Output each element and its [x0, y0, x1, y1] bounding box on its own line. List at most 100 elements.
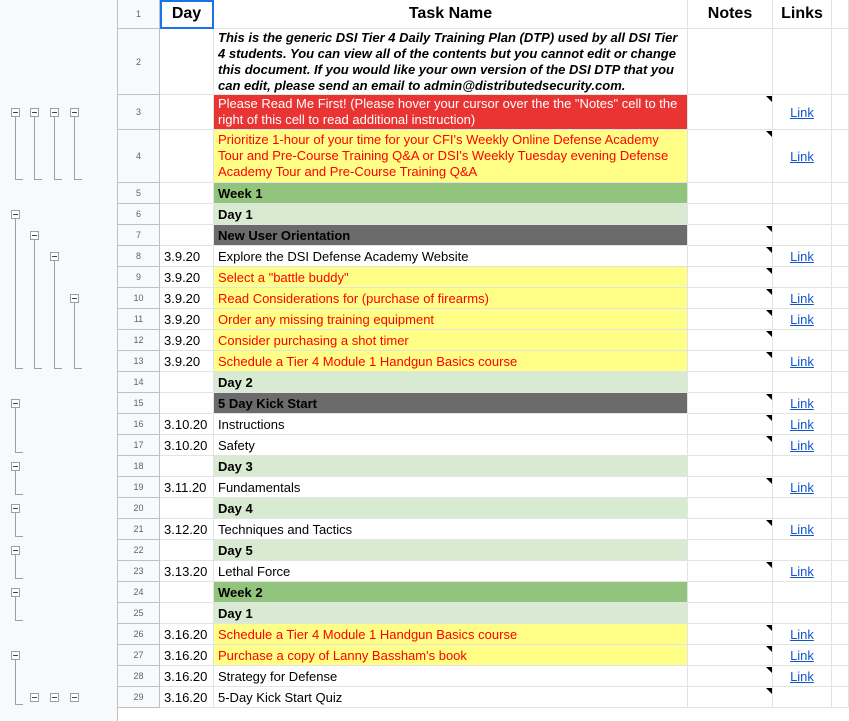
day-cell[interactable] — [160, 540, 214, 561]
task-name-cell[interactable]: 5 Day Kick Start — [214, 393, 688, 414]
task-name-cell[interactable]: Read Considerations for (purchase of fir… — [214, 288, 688, 309]
task-name-cell[interactable]: Day 4 — [214, 498, 688, 519]
notes-cell[interactable] — [688, 130, 773, 183]
empty-cell[interactable] — [832, 393, 849, 414]
day-cell[interactable]: 3.12.20 — [160, 519, 214, 540]
empty-cell[interactable] — [832, 582, 849, 603]
notes-cell[interactable] — [688, 456, 773, 477]
day-cell[interactable]: 3.9.20 — [160, 330, 214, 351]
empty-cell[interactable] — [832, 204, 849, 225]
notes-cell[interactable] — [688, 267, 773, 288]
notes-cell[interactable] — [688, 477, 773, 498]
empty-cell[interactable] — [832, 225, 849, 246]
collapse-group-icon[interactable] — [11, 462, 20, 471]
day-cell[interactable] — [160, 456, 214, 477]
link[interactable]: Link — [773, 393, 832, 414]
link[interactable]: Link — [773, 95, 832, 130]
link[interactable]: Link — [773, 666, 832, 687]
collapse-group-icon[interactable] — [30, 231, 39, 240]
task-name-cell[interactable]: Schedule a Tier 4 Module 1 Handgun Basic… — [214, 624, 688, 645]
empty-cell[interactable] — [832, 519, 849, 540]
link[interactable]: Link — [773, 288, 832, 309]
day-cell[interactable] — [160, 204, 214, 225]
task-name-cell[interactable]: Purchase a copy of Lanny Bassham's book — [214, 645, 688, 666]
row-header[interactable]: 14 — [118, 372, 160, 393]
task-name-cell[interactable]: Day 1 — [214, 603, 688, 624]
empty-cell[interactable] — [832, 561, 849, 582]
row-header[interactable]: 7 — [118, 225, 160, 246]
notes-cell[interactable] — [688, 687, 773, 708]
row-header[interactable]: 15 — [118, 393, 160, 414]
row-header[interactable]: 4 — [118, 130, 160, 183]
link[interactable]: Link — [773, 130, 832, 183]
collapse-group-icon[interactable] — [11, 588, 20, 597]
notes-cell[interactable] — [688, 624, 773, 645]
notes-cell[interactable] — [688, 183, 773, 204]
task-name-cell[interactable]: Day 2 — [214, 372, 688, 393]
link[interactable]: Link — [773, 435, 832, 456]
task-name-cell[interactable]: Schedule a Tier 4 Module 1 Handgun Basic… — [214, 351, 688, 372]
task-name-cell[interactable]: Instructions — [214, 414, 688, 435]
day-cell[interactable] — [160, 95, 214, 130]
empty-cell[interactable] — [832, 477, 849, 498]
day-cell[interactable] — [160, 130, 214, 183]
task-name-cell[interactable]: Prioritize 1-hour of your time for your … — [214, 130, 688, 183]
row-header[interactable]: 11 — [118, 309, 160, 330]
task-name-cell[interactable]: Order any missing training equipment — [214, 309, 688, 330]
task-name-cell[interactable]: Please Read Me First! (Please hover your… — [214, 95, 688, 130]
link[interactable]: Link — [773, 351, 832, 372]
notes-cell[interactable] — [688, 561, 773, 582]
empty-cell[interactable] — [832, 95, 849, 130]
empty-cell[interactable] — [832, 645, 849, 666]
day-cell[interactable] — [160, 603, 214, 624]
notes-cell[interactable] — [688, 666, 773, 687]
collapse-group-icon[interactable] — [11, 546, 20, 555]
row-header[interactable]: 19 — [118, 477, 160, 498]
collapse-group-icon[interactable] — [11, 108, 20, 117]
collapse-group-icon[interactable] — [11, 399, 20, 408]
empty-cell[interactable] — [832, 414, 849, 435]
notes-cell[interactable] — [688, 330, 773, 351]
link[interactable]: Link — [773, 624, 832, 645]
task-name-cell[interactable]: 5-Day Kick Start Quiz — [214, 687, 688, 708]
notes-cell[interactable] — [688, 582, 773, 603]
notes-cell[interactable] — [688, 414, 773, 435]
day-cell[interactable] — [160, 498, 214, 519]
notes-cell[interactable] — [688, 29, 773, 95]
link[interactable]: Link — [773, 519, 832, 540]
task-name-cell[interactable]: New User Orientation — [214, 225, 688, 246]
notes-cell[interactable] — [688, 603, 773, 624]
day-cell[interactable]: 3.10.20 — [160, 435, 214, 456]
column-header-task[interactable]: Task Name — [214, 0, 688, 29]
day-cell[interactable] — [160, 183, 214, 204]
day-cell[interactable]: 3.16.20 — [160, 666, 214, 687]
row-header[interactable]: 25 — [118, 603, 160, 624]
notes-cell[interactable] — [688, 393, 773, 414]
day-cell[interactable]: 3.10.20 — [160, 414, 214, 435]
task-name-cell[interactable]: Lethal Force — [214, 561, 688, 582]
row-header[interactable]: 8 — [118, 246, 160, 267]
collapse-group-icon[interactable] — [50, 693, 59, 702]
notes-cell[interactable] — [688, 288, 773, 309]
day-cell[interactable] — [160, 582, 214, 603]
link[interactable]: Link — [773, 414, 832, 435]
notes-cell[interactable] — [688, 540, 773, 561]
row-header[interactable]: 20 — [118, 498, 160, 519]
column-header-day[interactable]: Day — [160, 0, 214, 29]
empty-cell[interactable] — [832, 435, 849, 456]
row-header[interactable]: 26 — [118, 624, 160, 645]
row-header[interactable]: 10 — [118, 288, 160, 309]
collapse-group-icon[interactable] — [70, 294, 79, 303]
row-header[interactable]: 21 — [118, 519, 160, 540]
task-name-cell[interactable]: Day 3 — [214, 456, 688, 477]
column-header-notes[interactable]: Notes — [688, 0, 773, 29]
notes-cell[interactable] — [688, 95, 773, 130]
day-cell[interactable] — [160, 393, 214, 414]
day-cell[interactable]: 3.13.20 — [160, 561, 214, 582]
row-header[interactable]: 2 — [118, 29, 160, 95]
notes-cell[interactable] — [688, 519, 773, 540]
collapse-group-icon[interactable] — [11, 651, 20, 660]
task-name-cell[interactable]: This is the generic DSI Tier 4 Daily Tra… — [214, 29, 688, 95]
task-name-cell[interactable]: Strategy for Defense — [214, 666, 688, 687]
task-name-cell[interactable]: Week 1 — [214, 183, 688, 204]
